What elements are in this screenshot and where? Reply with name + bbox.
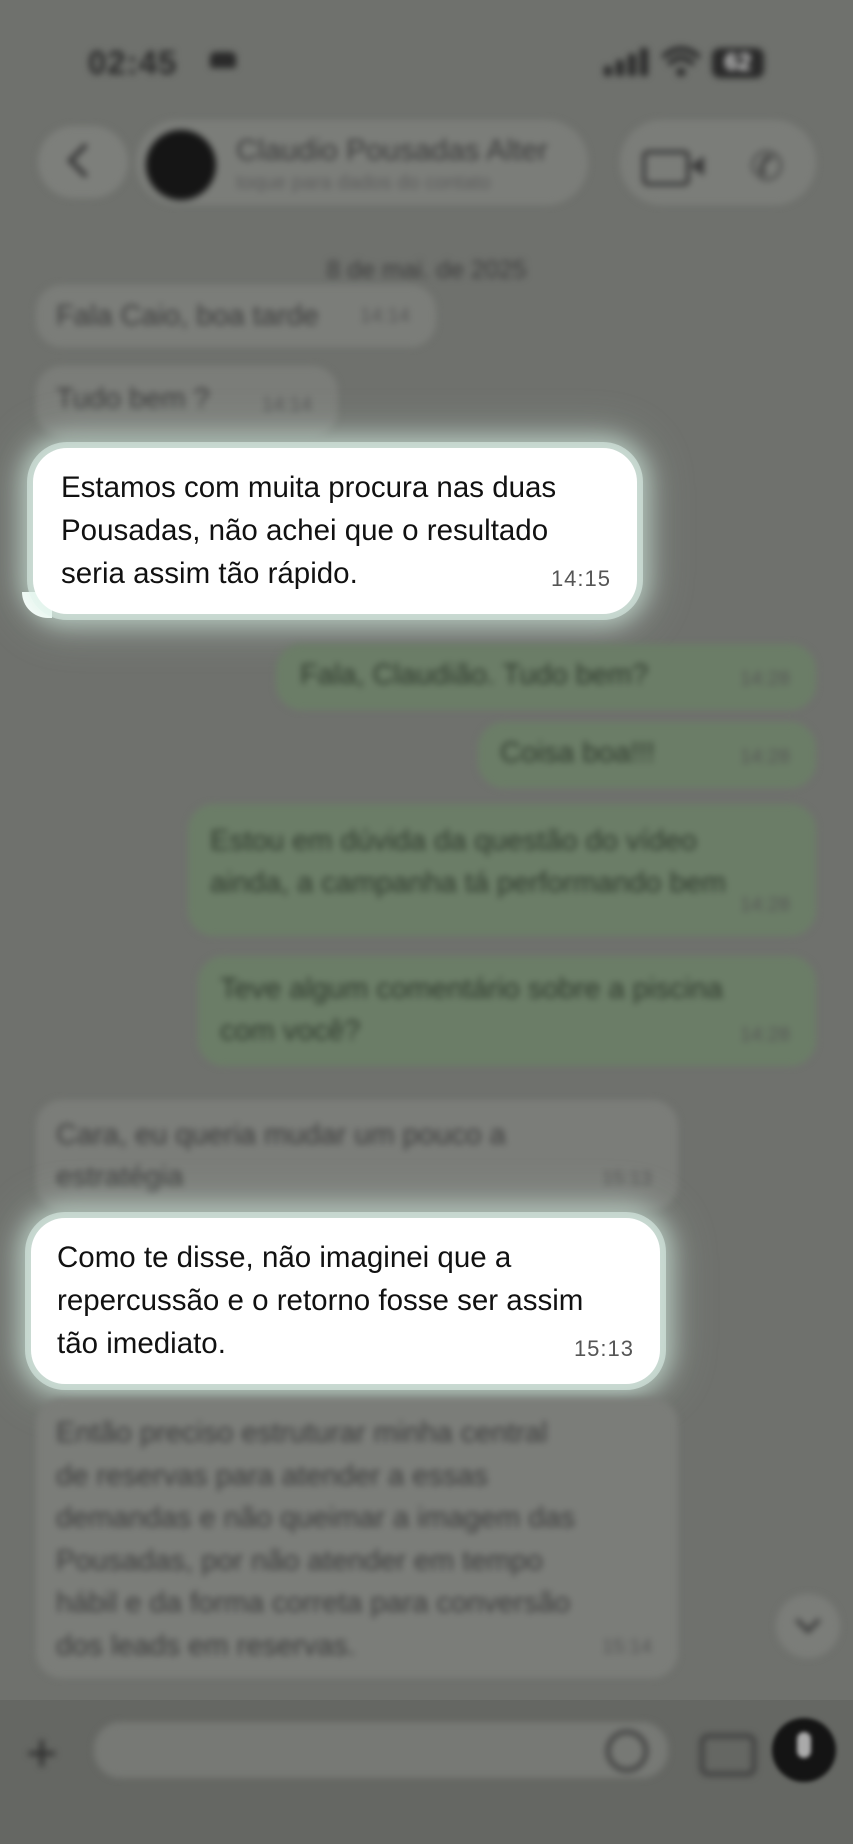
message-input[interactable] [94, 1722, 668, 1778]
message-time: 14:14 [359, 305, 410, 327]
message-line: ainda, a campanha tá performando bem [210, 867, 726, 899]
back-icon[interactable] [38, 126, 128, 198]
sleep-mode-icon [210, 52, 236, 68]
message-line: Pousadas, não achei que o resultado [61, 514, 549, 547]
message-incoming: Cara, eu queria mudar um pouco a estraté… [36, 1100, 678, 1210]
message-line: repercussão e o retorno fosse ser assim [57, 1284, 584, 1317]
message-line: Pousadas, por não atender em tempo [56, 1544, 543, 1577]
phone-icon[interactable]: ✆ [750, 144, 784, 190]
message-text: Fala Caio, boa tarde [56, 300, 319, 332]
message-line: de reservas para atender a essas [56, 1459, 489, 1492]
message-text: Tudo bem ? [56, 383, 210, 415]
contact-subtitle: toque para dados do contato [236, 172, 491, 194]
message-time: 14:15 [550, 566, 611, 591]
status-bar: 02:45 62 [0, 0, 853, 120]
date-divider: 8 de mai. de 2025 [326, 256, 527, 284]
cellular-signal-icon [604, 46, 650, 76]
message-line: Como te disse, não imaginei que a [57, 1241, 512, 1274]
sticker-icon[interactable] [606, 1730, 648, 1772]
microphone-icon[interactable] [772, 1718, 836, 1782]
message-line: Teve algum comentário sobre a piscina [220, 973, 723, 1005]
message-time: 14:28 [739, 668, 790, 690]
message-time: 14:28 [739, 746, 790, 768]
message-line: com você? [220, 1015, 361, 1047]
message-line: Estou em dúvida da questão do vídeo [210, 825, 697, 857]
video-call-icon[interactable] [642, 150, 704, 186]
message-time: 14:14 [261, 394, 312, 416]
message-line: Estamos com muita procura nas duas [61, 471, 557, 504]
message-outgoing: Estou em dúvida da questão do vídeo aind… [188, 804, 816, 936]
message-time: 15:13 [573, 1336, 634, 1361]
message-outgoing: Coisa boa!!! 14:28 [478, 722, 816, 788]
battery-icon: 62 [712, 48, 764, 78]
message-line: Cara, eu queria mudar um pouco a [56, 1119, 506, 1151]
message-incoming: Fala Caio, boa tarde 14:14 [36, 285, 436, 347]
message-line: demandas e não queimar a imagem das [56, 1502, 576, 1534]
message-line: dos leads em reservas. [56, 1629, 356, 1662]
status-time: 02:45 [88, 44, 178, 81]
camera-icon[interactable] [700, 1734, 756, 1776]
contact-name: Claudio Pousadas Alter [236, 134, 548, 167]
message-time: 14:28 [739, 1024, 790, 1046]
message-line: hábil e da forma correta para conversão [56, 1587, 571, 1619]
plus-icon[interactable]: + [26, 1722, 58, 1784]
message-line: tão imediato. [57, 1327, 226, 1360]
message-text: Coisa boa!!! [500, 737, 655, 769]
message-time: 15:14 [601, 1635, 652, 1658]
wifi-icon [662, 46, 700, 77]
message-outgoing: Teve algum comentário sobre a piscina co… [198, 956, 816, 1066]
message-incoming-highlighted: Como te disse, não imaginei que a reperc… [31, 1218, 660, 1384]
message-line: estratégia [56, 1161, 184, 1193]
message-time: 15:13 [601, 1168, 652, 1190]
message-incoming-highlighted: Estamos com muita procura nas duas Pousa… [33, 448, 637, 614]
message-incoming: Então preciso estruturar minha central d… [36, 1398, 678, 1678]
message-time: 14:28 [739, 894, 790, 916]
message-line: seria assim tão rápido. [61, 557, 358, 590]
avatar[interactable] [146, 130, 216, 200]
scroll-down-icon[interactable] [776, 1594, 840, 1658]
message-line: Então preciso estruturar minha central [56, 1417, 548, 1449]
message-text: Fala, Claudião. Tudo bem? [300, 659, 649, 691]
message-outgoing: Fala, Claudião. Tudo bem? 14:28 [276, 644, 816, 710]
message-incoming: Tudo bem ? 14:14 [36, 366, 338, 436]
